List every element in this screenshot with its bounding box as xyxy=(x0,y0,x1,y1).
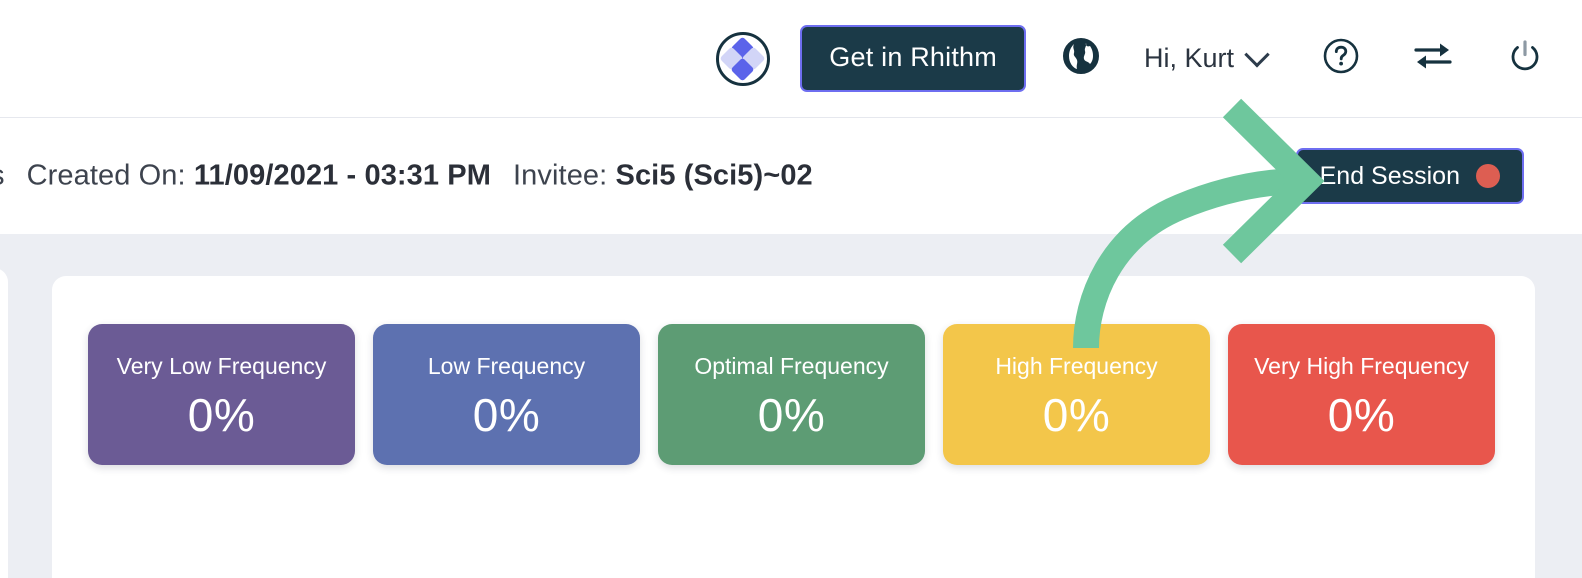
invitee-value: Sci5 (Sci5)~02 xyxy=(615,159,813,192)
frequency-card[interactable]: High Frequency 0% xyxy=(943,324,1210,465)
frequency-card-title: Very High Frequency xyxy=(1254,353,1469,379)
app-screen: Get in Rhithm Hi, Kurt Created On: 11/09… xyxy=(0,0,1582,578)
swap-arrows-icon[interactable] xyxy=(1412,39,1454,78)
help-circle-icon[interactable] xyxy=(1322,37,1360,80)
frequency-summary-row: Very Low Frequency 0% Low Frequency 0% Optim… xyxy=(88,324,1495,465)
user-menu[interactable]: Hi, Kurt xyxy=(1143,41,1270,74)
power-icon[interactable] xyxy=(1506,37,1544,80)
content-area: Very Low Frequency 0% Low Frequency 0% Optim… xyxy=(0,234,1582,578)
frequency-card[interactable]: Optimal Frequency 0% xyxy=(658,324,925,465)
created-on-label: Created On: xyxy=(26,159,186,192)
session-info-bar: s Created On: 11/09/2021 - 03:31 PM Invite… xyxy=(0,118,1582,234)
rhithm-diamond-logo-icon xyxy=(716,31,771,86)
frequency-card-value: 0% xyxy=(187,389,256,441)
chevron-down-icon[interactable] xyxy=(1244,41,1270,67)
frequency-card-value: 0% xyxy=(472,389,541,441)
frequency-card-title: Very Low Frequency xyxy=(116,353,327,379)
frequency-card-value: 0% xyxy=(1327,389,1396,441)
session-meta: s Created On: 11/09/2021 - 03:31 PM Invite… xyxy=(0,160,813,193)
frequency-card-value: 0% xyxy=(1042,389,1111,441)
invitee-label: Invitee: xyxy=(513,159,608,192)
end-session-label: End Session xyxy=(1319,161,1460,190)
frequency-card[interactable]: Very High Frequency 0% xyxy=(1228,324,1495,465)
frequency-card[interactable]: Low Frequency 0% xyxy=(373,324,640,465)
left-side-panel xyxy=(0,268,8,578)
dashboard-panel: Very Low Frequency 0% Low Frequency 0% Optim… xyxy=(52,276,1535,578)
frequency-card-title: Low Frequency xyxy=(427,353,586,379)
end-session-button[interactable]: End Session xyxy=(1295,148,1524,204)
frequency-card-value: 0% xyxy=(757,389,826,441)
top-header-controls: Get in Rhithm Hi, Kurt xyxy=(716,0,1544,117)
frequency-card-title: Optimal Frequency xyxy=(694,353,889,379)
frequency-card[interactable]: Very Low Frequency 0% xyxy=(88,324,355,465)
truncated-text: s xyxy=(0,160,5,192)
frequency-card-title: High Frequency xyxy=(995,353,1158,379)
greeting-label: Hi, Kurt xyxy=(1143,43,1234,73)
get-in-rhithm-button[interactable]: Get in Rhithm xyxy=(800,25,1026,92)
created-on-value: 11/09/2021 - 03:31 PM xyxy=(193,159,492,192)
globe-icon[interactable] xyxy=(1062,37,1100,80)
top-header-bar: Get in Rhithm Hi, Kurt xyxy=(0,0,1582,118)
recording-indicator-icon xyxy=(1476,164,1500,188)
